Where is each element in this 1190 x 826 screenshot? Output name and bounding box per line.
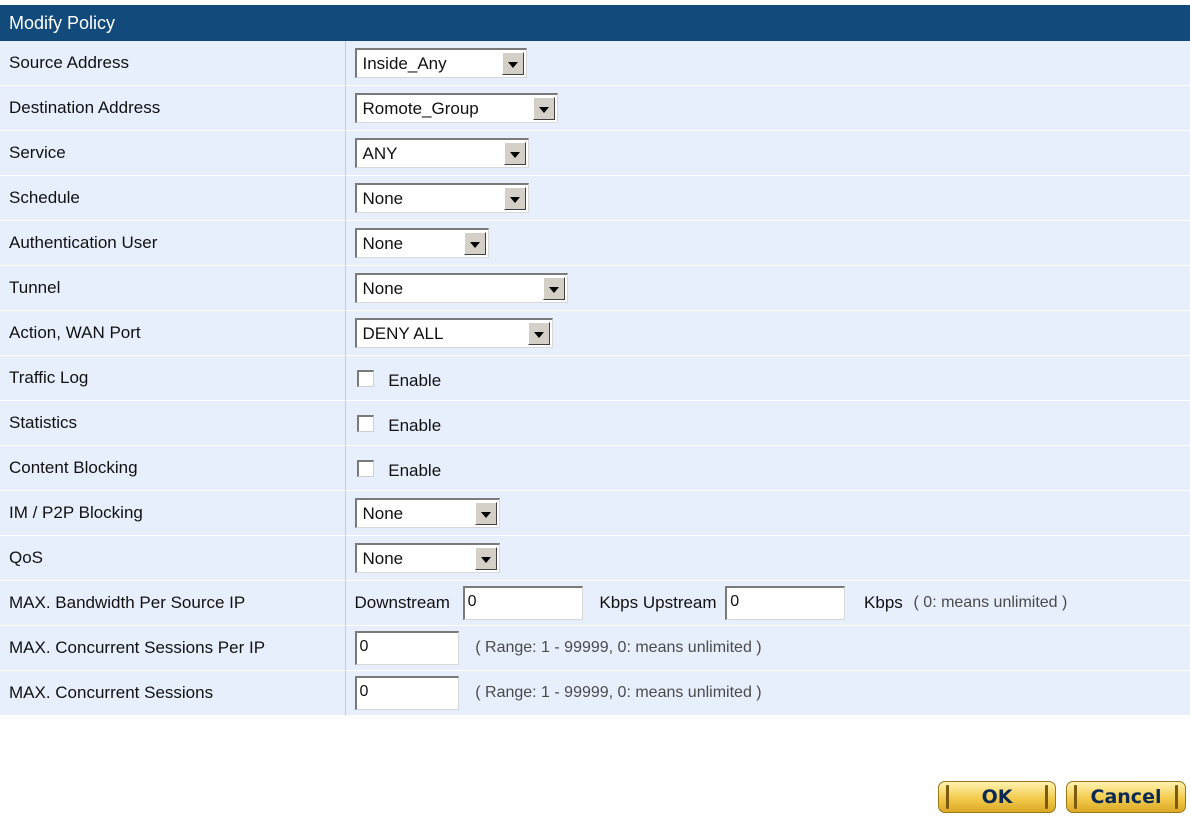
kbps-unit-label: Kbps <box>864 593 903 612</box>
label-content-blocking: Content Blocking <box>0 445 346 491</box>
chevron-down-icon[interactable] <box>527 322 550 345</box>
row-statistics: Statistics Enable <box>0 400 1190 446</box>
cancel-button[interactable]: Cancel <box>1066 781 1186 813</box>
label-action-wan-port: Action, WAN Port <box>0 310 346 356</box>
chevron-down-icon[interactable] <box>463 232 486 255</box>
label-traffic-log: Traffic Log <box>0 355 346 401</box>
im-p2p-blocking-select[interactable]: None <box>354 498 500 528</box>
chevron-down-icon[interactable] <box>503 142 526 165</box>
tunnel-select[interactable]: None <box>354 273 568 303</box>
traffic-log-enable-label[interactable]: Enable <box>388 371 441 390</box>
form-buttons: OK Cancel <box>938 781 1186 813</box>
statistics-enable-label[interactable]: Enable <box>388 416 441 435</box>
label-qos: QoS <box>0 535 346 581</box>
row-qos: QoS None <box>0 535 1190 581</box>
bandwidth-hint: ( 0: means unlimited ) <box>913 594 1068 611</box>
upstream-input[interactable]: 0 <box>725 586 846 620</box>
downstream-input[interactable]: 0 <box>462 586 583 620</box>
row-schedule: Schedule None <box>0 175 1190 221</box>
chevron-down-icon[interactable] <box>474 547 497 570</box>
max-sessions-hint: ( Range: 1 - 99999, 0: means unlimited ) <box>475 684 762 701</box>
label-destination-address: Destination Address <box>0 85 346 131</box>
authentication-user-select[interactable]: None <box>354 228 489 258</box>
label-max-bandwidth: MAX. Bandwidth Per Source IP <box>0 580 346 626</box>
qos-select[interactable]: None <box>354 543 500 573</box>
service-select[interactable]: ANY <box>354 138 529 168</box>
content-blocking-checkbox[interactable] <box>356 459 374 477</box>
label-service: Service <box>0 130 346 176</box>
modify-policy-panel: Modify Policy Source Address Inside_Any … <box>0 5 1190 716</box>
label-max-sessions: MAX. Concurrent Sessions <box>0 670 346 716</box>
chevron-down-icon[interactable] <box>532 97 555 120</box>
chevron-down-icon[interactable] <box>542 277 565 300</box>
chevron-down-icon[interactable] <box>474 502 497 525</box>
source-address-select[interactable]: Inside_Any <box>354 48 527 78</box>
downstream-label: Downstream <box>354 593 450 612</box>
action-wan-port-select[interactable]: DENY ALL <box>354 318 553 348</box>
statistics-checkbox[interactable] <box>356 414 374 432</box>
content-blocking-enable-label[interactable]: Enable <box>388 461 441 480</box>
policy-form: Source Address Inside_Any Destination Ad… <box>0 41 1190 716</box>
label-authentication-user: Authentication User <box>0 220 346 266</box>
chevron-down-icon[interactable] <box>503 187 526 210</box>
row-im-p2p-blocking: IM / P2P Blocking None <box>0 490 1190 536</box>
row-max-bandwidth: MAX. Bandwidth Per Source IP Downstream … <box>0 580 1190 626</box>
max-sessions-per-ip-hint: ( Range: 1 - 99999, 0: means unlimited ) <box>475 639 762 656</box>
label-im-p2p-blocking: IM / P2P Blocking <box>0 490 346 536</box>
traffic-log-checkbox[interactable] <box>356 369 374 387</box>
label-source-address: Source Address <box>0 41 346 86</box>
row-max-sessions: MAX. Concurrent Sessions 0 ( Range: 1 - … <box>0 670 1190 716</box>
label-tunnel: Tunnel <box>0 265 346 311</box>
label-max-sessions-per-ip: MAX. Concurrent Sessions Per IP <box>0 625 346 671</box>
row-max-sessions-per-ip: MAX. Concurrent Sessions Per IP 0 ( Rang… <box>0 625 1190 671</box>
row-tunnel: Tunnel None <box>0 265 1190 311</box>
max-sessions-per-ip-input[interactable]: 0 <box>354 631 459 665</box>
upstream-label: Kbps Upstream <box>599 593 717 612</box>
row-authentication-user: Authentication User None <box>0 220 1190 266</box>
row-source-address: Source Address Inside_Any <box>0 41 1190 86</box>
row-destination-address: Destination Address Romote_Group <box>0 85 1190 131</box>
ok-button[interactable]: OK <box>938 781 1056 813</box>
label-schedule: Schedule <box>0 175 346 221</box>
schedule-select[interactable]: None <box>354 183 529 213</box>
chevron-down-icon[interactable] <box>501 52 524 75</box>
row-service: Service ANY <box>0 130 1190 176</box>
row-content-blocking: Content Blocking Enable <box>0 445 1190 491</box>
row-traffic-log: Traffic Log Enable <box>0 355 1190 401</box>
max-sessions-input[interactable]: 0 <box>354 676 459 710</box>
panel-title: Modify Policy <box>0 5 1190 41</box>
row-action-wan-port: Action, WAN Port DENY ALL <box>0 310 1190 356</box>
label-statistics: Statistics <box>0 400 346 446</box>
destination-address-select[interactable]: Romote_Group <box>354 93 558 123</box>
